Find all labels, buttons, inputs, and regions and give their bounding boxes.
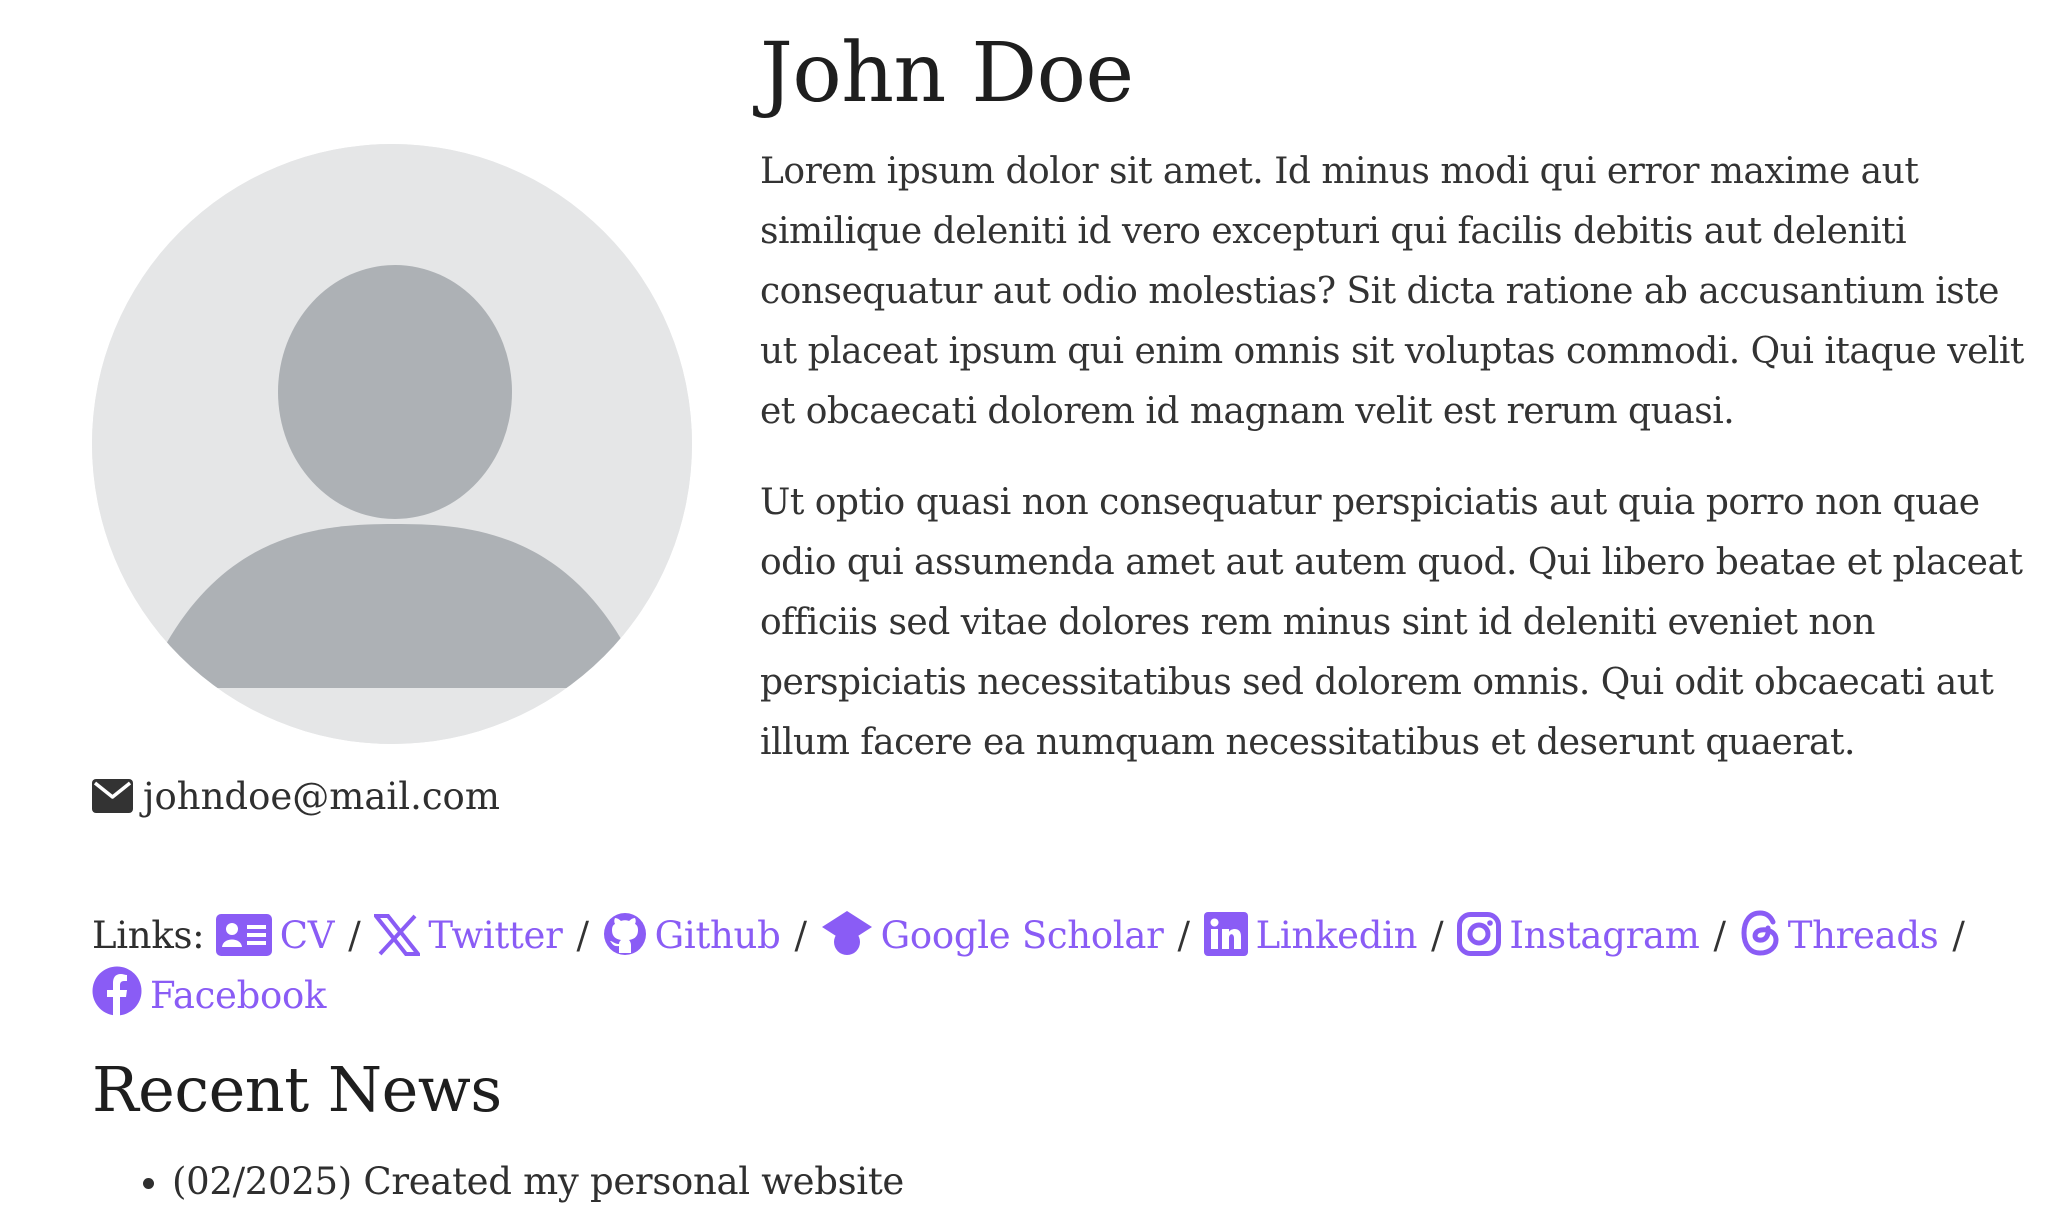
link-instagram[interactable]: Instagram bbox=[1457, 912, 1700, 957]
link-label: Threads bbox=[1787, 914, 1939, 957]
avatar bbox=[92, 144, 692, 744]
link-linkedin[interactable]: Linkedin bbox=[1203, 912, 1418, 957]
link-label: CV bbox=[279, 914, 335, 957]
email-link[interactable]: johndoe@mail.com bbox=[143, 775, 500, 818]
link-label: Github bbox=[654, 914, 781, 957]
link-github[interactable]: Github bbox=[603, 912, 781, 957]
graduation-cap-icon bbox=[821, 910, 873, 956]
github-icon bbox=[603, 912, 647, 956]
link-separator: / bbox=[1177, 914, 1190, 957]
default-avatar-icon bbox=[92, 144, 692, 744]
linkedin-icon bbox=[1203, 912, 1248, 956]
link-label: Google Scholar bbox=[880, 914, 1164, 957]
link-separator: / bbox=[1431, 914, 1444, 957]
link-separator: / bbox=[576, 914, 589, 957]
id-card-icon bbox=[215, 914, 272, 956]
link-label: Twitter bbox=[428, 914, 563, 957]
bio-paragraph: Ut optio quasi non consequatur perspicia… bbox=[760, 482, 2023, 763]
homepage: johndoe@mail.com John Doe Lorem ipsum do… bbox=[0, 0, 2046, 1218]
link-separator: / bbox=[348, 914, 361, 957]
email-row: johndoe@mail.com bbox=[92, 770, 500, 822]
x-twitter-icon bbox=[374, 914, 421, 956]
bio: Lorem ipsum dolor sit amet. Id minus mod… bbox=[760, 142, 2030, 804]
link-threads[interactable]: Threads bbox=[1740, 910, 1939, 957]
link-twitter[interactable]: Twitter bbox=[374, 914, 563, 957]
news-list: (02/2025) Created my personal website bbox=[92, 1150, 904, 1214]
link-separator: / bbox=[1713, 914, 1726, 957]
links-bar: Links: CV / Twitter / Github / Google Scholar /… bbox=[92, 906, 1992, 1026]
facebook-icon bbox=[92, 966, 142, 1016]
news-heading: Recent News bbox=[92, 1053, 502, 1126]
bio-paragraph: Lorem ipsum dolor sit amet. Id minus mod… bbox=[760, 151, 2024, 432]
link-cv[interactable]: CV bbox=[215, 914, 335, 957]
link-separator: / bbox=[794, 914, 807, 957]
threads-icon bbox=[1740, 910, 1780, 956]
link-label: Instagram bbox=[1509, 914, 1700, 957]
link-label: Facebook bbox=[150, 974, 327, 1017]
link-facebook[interactable]: Facebook bbox=[92, 966, 327, 1017]
news-item: (02/2025) Created my personal website bbox=[172, 1150, 904, 1214]
link-google-scholar[interactable]: Google Scholar bbox=[821, 911, 1164, 957]
link-label: Linkedin bbox=[1255, 914, 1418, 957]
page-title: John Doe bbox=[760, 26, 1134, 121]
link-separator: / bbox=[1952, 914, 1965, 957]
envelope-icon bbox=[92, 779, 133, 813]
links-label: Links: bbox=[92, 914, 205, 957]
instagram-icon bbox=[1457, 912, 1502, 956]
